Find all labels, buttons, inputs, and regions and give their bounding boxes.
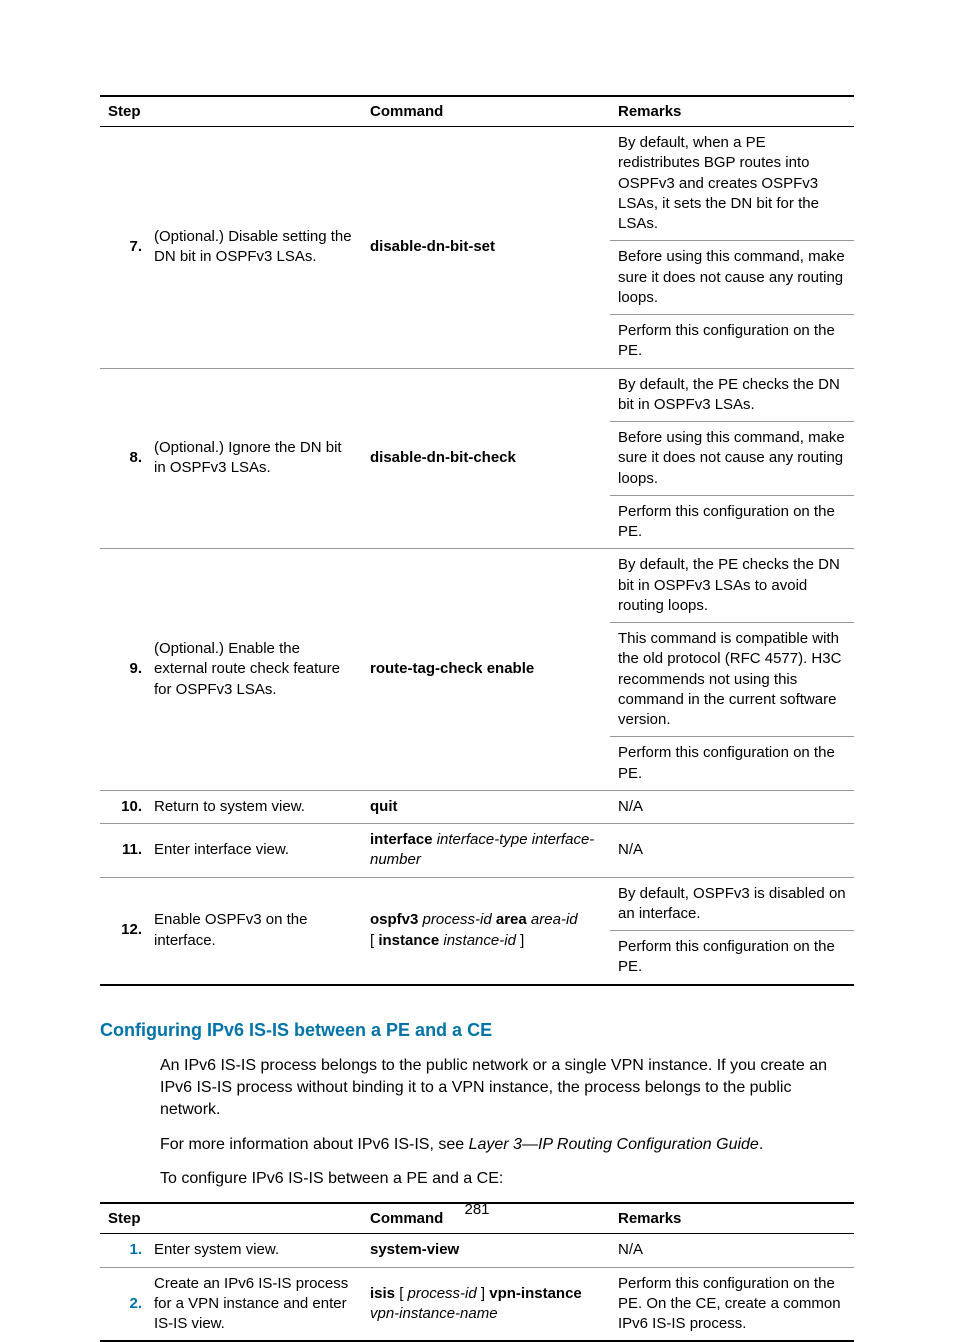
config-steps-table-2: Step Command Remarks 1. Enter system vie… — [100, 1202, 854, 1342]
table-row: 9. (Optional.) Enable the external route… — [100, 549, 854, 791]
step-desc: (Optional.) Enable the external route ch… — [146, 549, 362, 791]
step-remarks: N/A — [610, 1234, 854, 1267]
step-command: quit — [362, 790, 610, 823]
step-remarks: By default, the PE checks the DN bit in … — [610, 549, 854, 791]
step-number: 12. — [100, 877, 146, 985]
table-row: 8. (Optional.) Ignore the DN bit in OSPF… — [100, 368, 854, 549]
col-remarks: Remarks — [610, 96, 854, 127]
step-number: 7. — [100, 127, 146, 369]
step-command: ospfv3 process-id area area-id [ instanc… — [362, 877, 610, 985]
step-remarks: N/A — [610, 790, 854, 823]
step-command: interface interface-type interface-numbe… — [362, 824, 610, 878]
step-remarks: By default, when a PE redistributes BGP … — [610, 127, 854, 369]
step-command: route-tag-check enable — [362, 549, 610, 791]
body-paragraph: To configure IPv6 IS-IS between a PE and… — [160, 1168, 854, 1190]
step-command: system-view — [362, 1234, 610, 1267]
step-number: 11. — [100, 824, 146, 878]
table-row: 11. Enter interface view. interface inte… — [100, 824, 854, 878]
table-row: 10. Return to system view. quit N/A — [100, 790, 854, 823]
step-command: disable-dn-bit-set — [362, 127, 610, 369]
body-paragraph: For more information about IPv6 IS-IS, s… — [160, 1134, 854, 1156]
table-row: 1. Enter system view. system-view N/A — [100, 1234, 854, 1267]
step-command: disable-dn-bit-check — [362, 368, 610, 549]
table-row: 12. Enable OSPFv3 on the interface. ospf… — [100, 877, 854, 985]
page-number: 281 — [0, 1201, 954, 1218]
step-desc: (Optional.) Disable setting the DN bit i… — [146, 127, 362, 369]
step-command: isis [ process-id ] vpn-instance vpn-ins… — [362, 1267, 610, 1341]
step-desc: Create an IPv6 IS-IS process for a VPN i… — [146, 1267, 362, 1341]
step-number: 8. — [100, 368, 146, 549]
step-desc: Enable OSPFv3 on the interface. — [146, 877, 362, 985]
section-heading: Configuring IPv6 IS-IS between a PE and … — [100, 1020, 854, 1041]
step-remarks: N/A — [610, 824, 854, 878]
step-desc: (Optional.) Ignore the DN bit in OSPFv3 … — [146, 368, 362, 549]
step-desc: Enter interface view. — [146, 824, 362, 878]
table-row: 2. Create an IPv6 IS-IS process for a VP… — [100, 1267, 854, 1341]
step-remarks: By default, OSPFv3 is disabled on an int… — [610, 877, 854, 985]
step-remarks: By default, the PE checks the DN bit in … — [610, 368, 854, 549]
step-desc: Enter system view. — [146, 1234, 362, 1267]
col-command: Command — [362, 96, 610, 127]
step-desc: Return to system view. — [146, 790, 362, 823]
table-row: 7. (Optional.) Disable setting the DN bi… — [100, 127, 854, 369]
step-remarks: Perform this configuration on the PE. On… — [610, 1267, 854, 1341]
step-number: 10. — [100, 790, 146, 823]
step-number: 9. — [100, 549, 146, 791]
config-steps-table-1: Step Command Remarks 7. (Optional.) Disa… — [100, 95, 854, 986]
step-number: 2. — [100, 1267, 146, 1341]
step-number: 1. — [100, 1234, 146, 1267]
body-paragraph: An IPv6 IS-IS process belongs to the pub… — [160, 1055, 854, 1122]
col-step: Step — [100, 96, 362, 127]
